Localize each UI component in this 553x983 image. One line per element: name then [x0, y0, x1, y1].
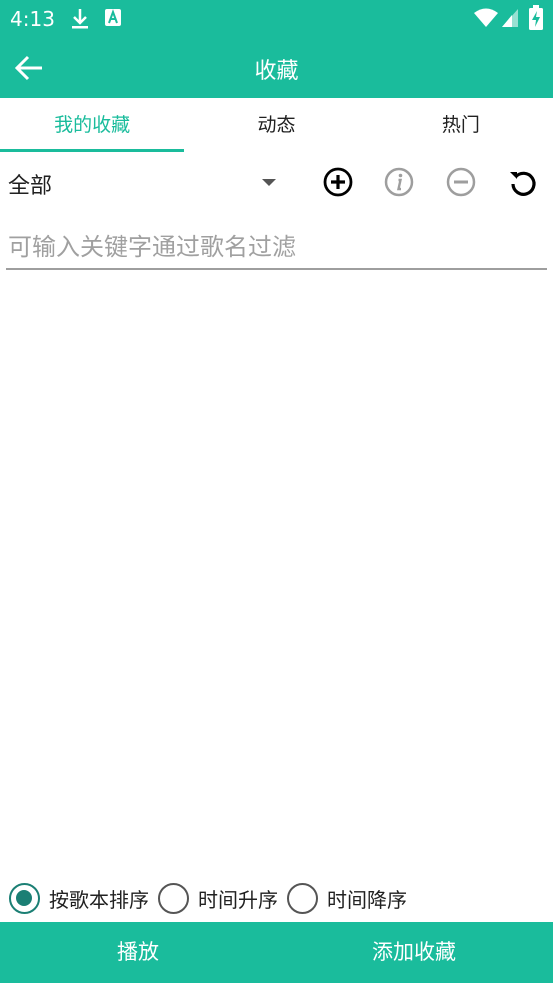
status-time: 4:13 [10, 7, 55, 31]
category-dropdown[interactable]: 全部 [0, 152, 300, 214]
sort-option-label: 时间升序 [198, 887, 278, 912]
sort-option-by-songbook[interactable]: 按歌本排序 [9, 882, 149, 914]
favorites-list[interactable] [0, 272, 553, 872]
sort-option-time-ascending[interactable]: 时间升序 [158, 882, 278, 914]
add-favorite-button[interactable]: 添加收藏 [276, 922, 552, 983]
app-bar: 收藏 [0, 38, 553, 98]
refresh-button[interactable] [507, 166, 539, 198]
sort-option-label: 时间降序 [327, 887, 407, 912]
wifi-icon [474, 8, 498, 32]
refresh-icon [510, 171, 536, 196]
radio-button[interactable] [9, 882, 40, 914]
tab-popular[interactable]: 热门 [369, 98, 553, 152]
radio-button[interactable] [158, 882, 189, 914]
remove-button[interactable] [445, 166, 477, 198]
sort-option-time-descending[interactable]: 时间降序 [287, 882, 407, 914]
sort-options: 按歌本排序 时间升序 时间降序 [0, 876, 553, 920]
sort-option-label: 按歌本排序 [49, 887, 149, 912]
download-icon [70, 7, 90, 35]
app-notification-icon [104, 7, 122, 33]
remove-circle-icon [446, 167, 476, 197]
search-field [6, 226, 547, 270]
dropdown-value: 全部 [8, 174, 53, 199]
cellular-signal-icon [501, 8, 519, 32]
add-button[interactable] [322, 166, 354, 198]
toolbar: 全部 [0, 152, 553, 214]
tab-activity[interactable]: 动态 [184, 98, 368, 152]
chevron-down-icon [262, 179, 276, 186]
status-bar: 4:13 [0, 0, 553, 38]
info-button[interactable] [383, 166, 415, 198]
radio-button[interactable] [287, 882, 318, 914]
play-button[interactable]: 播放 [0, 922, 276, 983]
add-circle-icon [323, 167, 353, 197]
tab-my-favorites[interactable]: 我的收藏 [0, 98, 185, 152]
search-input[interactable] [6, 226, 547, 268]
battery-charging-icon [529, 5, 543, 35]
bottom-action-bar: 播放 添加收藏 [0, 922, 553, 983]
page-title: 收藏 [254, 59, 299, 84]
tab-bar: 我的收藏 动态 热门 [0, 98, 553, 152]
info-icon [384, 167, 414, 197]
